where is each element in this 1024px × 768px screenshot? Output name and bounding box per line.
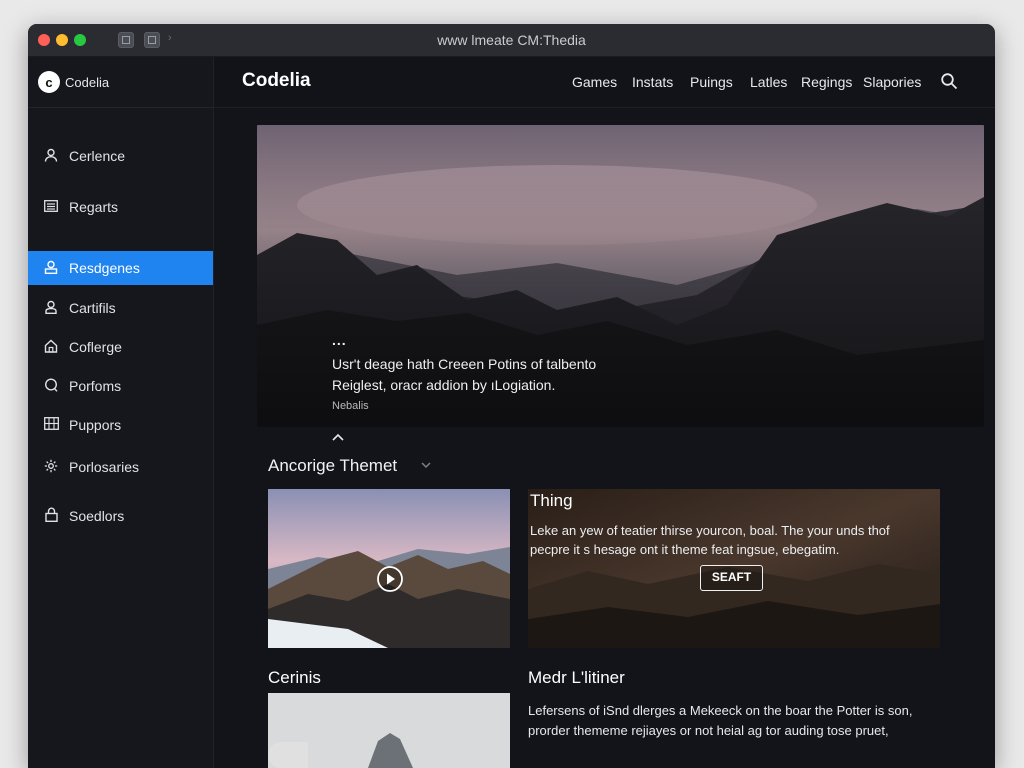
card-title: Thing	[530, 491, 573, 510]
scroll-handle[interactable]	[268, 742, 308, 768]
sidebar-item-label: Regarts	[69, 199, 119, 215]
sidebar-item-label: Resdgenes	[69, 260, 140, 276]
more-icon[interactable]: ...	[332, 332, 596, 348]
sidebar-item-porfoms[interactable]: Porfoms	[28, 369, 213, 403]
sidebar-item-regarts[interactable]: Regarts	[28, 190, 213, 224]
nav-link-latles[interactable]: Latles	[750, 74, 787, 90]
person-badge-icon	[43, 260, 59, 277]
hero-line-1: Usr't deage hath Creeen Potins of talben…	[332, 356, 597, 372]
sidebar-item-cerlence[interactable]: Cerlence	[28, 139, 213, 173]
chevron-down-icon[interactable]	[420, 460, 432, 470]
gear-icon	[43, 459, 59, 476]
brand-name: Codelia	[65, 74, 110, 90]
sidebar-brand[interactable]: c Codelia	[38, 69, 109, 95]
site-title[interactable]: Codelia	[242, 70, 311, 92]
hero-banner[interactable]: ... Usr't deage hath Creeen Potins of ta…	[257, 125, 984, 427]
card-title-left: Cerinis	[268, 668, 321, 687]
card-description: Leke an yew of teatier thirse yourcon, b…	[530, 523, 890, 557]
sidebar-item-label: Cartifils	[69, 300, 116, 316]
sidebar-item-label: Porlosaries	[69, 459, 140, 475]
card-action-button[interactable]: SEAFT	[700, 565, 763, 591]
nav-link-games[interactable]: Games	[572, 74, 617, 90]
sidebar-item-resdgenes[interactable]: Resdgenes	[28, 251, 213, 285]
home-icon	[43, 339, 59, 356]
chat-icon	[43, 377, 59, 395]
brand-logo-icon: c	[38, 71, 60, 93]
nav-link-puings[interactable]: Puings	[690, 74, 733, 90]
sidebar: c Codelia Cerlence Regarts Resdgenes Car…	[28, 57, 214, 768]
card-image-mountains[interactable]	[268, 489, 510, 648]
sidebar-item-label: Coflerge	[69, 339, 122, 355]
top-navigation: Codelia Games Instats Puings Latles Regi…	[214, 57, 995, 108]
person-icon	[43, 300, 59, 317]
sidebar-item-porlosaries[interactable]: Porlosaries	[28, 450, 213, 484]
hero-caption: ... Usr't deage hath Creeen Potins of ta…	[332, 332, 596, 412]
sidebar-item-label: Puppors	[69, 417, 122, 433]
grid-icon	[43, 417, 59, 433]
sidebar-item-soedlors[interactable]: Soedlors	[28, 499, 213, 533]
sidebar-item-label: Cerlence	[69, 148, 126, 164]
hero-meta: Nebalis	[332, 400, 369, 412]
sidebar-divider	[28, 107, 213, 108]
lock-icon	[43, 507, 59, 525]
title-bar: › www lmeate CM:Thedia	[28, 24, 995, 57]
sidebar-item-label: Soedlors	[69, 508, 125, 524]
sidebar-item-coflerge[interactable]: Coflerge	[28, 330, 213, 364]
app-window: › www lmeate CM:Thedia c Codelia Cerlenc…	[28, 24, 995, 768]
sidebar-item-cartifils[interactable]: Cartifils	[28, 291, 213, 325]
hero-line-2: Reiglest, oracr addion by ıLogiation.	[332, 377, 556, 393]
section-title: Ancorige Themet	[268, 456, 398, 475]
window-title: www lmeate CM:Thedia	[437, 32, 586, 48]
chevron-up-icon[interactable]	[331, 432, 345, 442]
card-description-right: Lefersens of iSnd dlerges a Mekeeck on t…	[528, 703, 913, 738]
sidebar-item-puppors[interactable]: Puppors	[28, 408, 213, 442]
nav-link-slapories[interactable]: Slapories	[863, 74, 921, 90]
nav-link-instats[interactable]: Instats	[632, 74, 673, 90]
list-icon	[43, 199, 59, 215]
card-title-right: Medr L'litiner	[528, 668, 625, 687]
feature-card[interactable]: Thing Leke an yew of teatier thirse your…	[528, 489, 940, 648]
user-icon	[43, 148, 59, 165]
nav-link-regings[interactable]: Regings	[801, 74, 852, 90]
search-icon[interactable]	[940, 72, 958, 90]
sidebar-item-label: Porfoms	[69, 378, 122, 394]
play-icon[interactable]	[376, 565, 404, 593]
